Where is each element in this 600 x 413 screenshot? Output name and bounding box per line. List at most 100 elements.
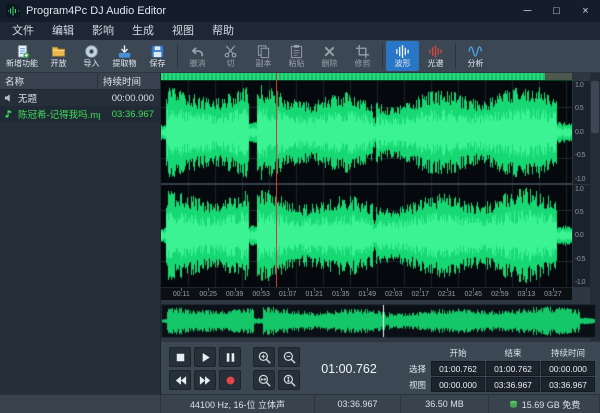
open-folder-icon <box>51 44 66 59</box>
menu-item-edit[interactable]: 编辑 <box>43 22 83 40</box>
menu-item-view[interactable]: 视图 <box>163 22 203 40</box>
zoom-amplitude-button[interactable] <box>278 370 300 390</box>
open-folder-label: 开放 <box>51 60 67 69</box>
amplitude-tick-label: 0.0 <box>575 232 590 239</box>
playhead-cursor[interactable] <box>276 73 277 287</box>
selection-duration-value[interactable]: 00:00.000 <box>541 361 595 376</box>
analyze-button[interactable]: 分析 <box>459 41 492 71</box>
selection-strip-tail <box>545 73 572 80</box>
vertical-scrollbar[interactable] <box>590 73 600 341</box>
amplitude-tick-label: -1.0 <box>575 279 590 286</box>
paste-button[interactable]: 粘贴 <box>280 41 313 71</box>
rewind-button[interactable] <box>169 370 191 390</box>
transport-row-1 <box>169 370 300 390</box>
toolbar-separator <box>455 43 456 69</box>
time-tick-label: 02:45 <box>465 291 483 298</box>
transport-buttons <box>169 347 300 390</box>
status-filesize-text: 36.50 MB <box>425 399 464 409</box>
disk-icon <box>508 399 519 410</box>
waveform-icon <box>395 44 410 59</box>
import-disc-label: 导入 <box>84 60 100 69</box>
selection-strip[interactable] <box>161 73 572 81</box>
status-left <box>0 395 161 413</box>
extract-icon <box>117 44 132 59</box>
selection-end-value[interactable]: 01:00.762 <box>486 361 540 376</box>
zoom-out-button[interactable] <box>278 347 300 367</box>
time-ruler[interactable]: 00:1100:2500:3900:5301:0701:2101:3501:49… <box>161 287 572 300</box>
amplitude-scale-left-channel: 1.00.50.0-0.5-1.0 <box>573 81 590 184</box>
spectrum-icon <box>428 44 443 59</box>
open-folder-button[interactable]: 开放 <box>42 41 75 71</box>
amplitude-tick-label: 0.5 <box>575 105 590 112</box>
status-format-text: 44100 Hz, 16-位 立体声 <box>190 398 285 411</box>
status-format: 44100 Hz, 16-位 立体声 <box>161 395 315 413</box>
new-document-icon <box>15 44 30 59</box>
position-header-start: 开始 <box>431 345 485 360</box>
analyze-label: 分析 <box>468 60 484 69</box>
import-disc-button[interactable]: 导入 <box>75 41 108 71</box>
trim-button[interactable]: 修剪 <box>346 41 379 71</box>
menu-item-generate[interactable]: 生成 <box>123 22 163 40</box>
close-button[interactable]: × <box>571 0 600 22</box>
zoom-time-icon <box>257 373 272 388</box>
menu-item-effects[interactable]: 影响 <box>83 22 123 40</box>
status-duration-text: 03:36.967 <box>337 399 377 409</box>
menu-item-file[interactable]: 文件 <box>3 22 43 40</box>
time-tick-label: 02:59 <box>491 291 509 298</box>
waveform-canvas[interactable] <box>161 81 572 287</box>
view-start-value[interactable]: 00:00.000 <box>431 377 485 392</box>
zoom-in-button[interactable] <box>253 347 275 367</box>
zoom-out-icon <box>282 350 297 365</box>
maximize-button[interactable]: □ <box>542 0 571 22</box>
position-corner <box>400 345 430 360</box>
stop-button[interactable] <box>169 347 191 367</box>
play-button[interactable] <box>194 347 216 367</box>
current-time-display: 01:00.762 <box>311 342 387 395</box>
minimize-button[interactable]: ─ <box>513 0 542 22</box>
record-button[interactable] <box>219 370 241 390</box>
copy-icon <box>256 44 271 59</box>
extract-label: 提取物 <box>113 60 137 69</box>
file-name: 陈冠希-记得我吗.mp4 <box>3 107 100 121</box>
file-list-panel: 名称 持续时间 无题00:00.000陈冠希-记得我吗.mp403:36.967 <box>0 73 161 394</box>
spectrum-button[interactable]: 光谱 <box>419 41 452 71</box>
extract-button[interactable]: 提取物 <box>108 41 141 71</box>
column-header-name[interactable]: 名称 <box>0 73 98 89</box>
speaker-icon <box>3 92 15 104</box>
vertical-scrollbar-thumb[interactable] <box>591 81 599 133</box>
cut-button[interactable]: 切 <box>214 41 247 71</box>
overview-waveform-canvas[interactable] <box>161 304 596 338</box>
waveform-button[interactable]: 波形 <box>386 41 419 71</box>
time-tick-label: 02:31 <box>438 291 456 298</box>
pause-button[interactable] <box>219 347 241 367</box>
transport-bar: 01:00.762 开始结束持续时间选择01:00.76201:00.76200… <box>161 341 600 394</box>
file-row-0[interactable]: 无题00:00.000 <box>0 90 160 106</box>
selection-start-value[interactable]: 01:00.762 <box>431 361 485 376</box>
trim-label: 修剪 <box>355 60 371 69</box>
amplitude-tick-label: 0.5 <box>575 209 590 216</box>
save-button[interactable]: 保存 <box>141 41 174 71</box>
status-duration: 03:36.967 <box>315 395 401 413</box>
file-row-1[interactable]: 陈冠希-记得我吗.mp403:36.967 <box>0 106 160 122</box>
view-end-value[interactable]: 03:36.967 <box>486 377 540 392</box>
view-duration-value[interactable]: 03:36.967 <box>541 377 595 392</box>
new-document-label: 新增功能 <box>6 60 38 69</box>
undo-button[interactable]: 撤消 <box>181 41 214 71</box>
amplitude-tick-label: -0.5 <box>575 256 590 263</box>
new-document-button[interactable]: 新增功能 <box>2 41 42 71</box>
fast-forward-button[interactable] <box>194 370 216 390</box>
music-note-icon <box>3 108 15 120</box>
fast-forward-icon <box>198 373 213 388</box>
zoom-time-button[interactable] <box>253 370 275 390</box>
delete-label: 删除 <box>322 60 338 69</box>
cut-label: 切 <box>227 60 235 69</box>
toolbar: 新增功能 开放 导入 提取物保存撤消切 副本粘贴 删除 修剪 波形光谱分析 <box>0 40 600 73</box>
time-tick-label: 03:13 <box>518 291 536 298</box>
amplitude-tick-label: 1.0 <box>575 82 590 89</box>
delete-button[interactable]: 删除 <box>313 41 346 71</box>
column-header-duration[interactable]: 持续时间 <box>98 74 160 88</box>
status-filesize: 36.50 MB <box>401 395 489 413</box>
copy-button[interactable]: 副本 <box>247 41 280 71</box>
menu-item-help[interactable]: 帮助 <box>203 22 243 40</box>
paste-label: 粘贴 <box>289 60 305 69</box>
